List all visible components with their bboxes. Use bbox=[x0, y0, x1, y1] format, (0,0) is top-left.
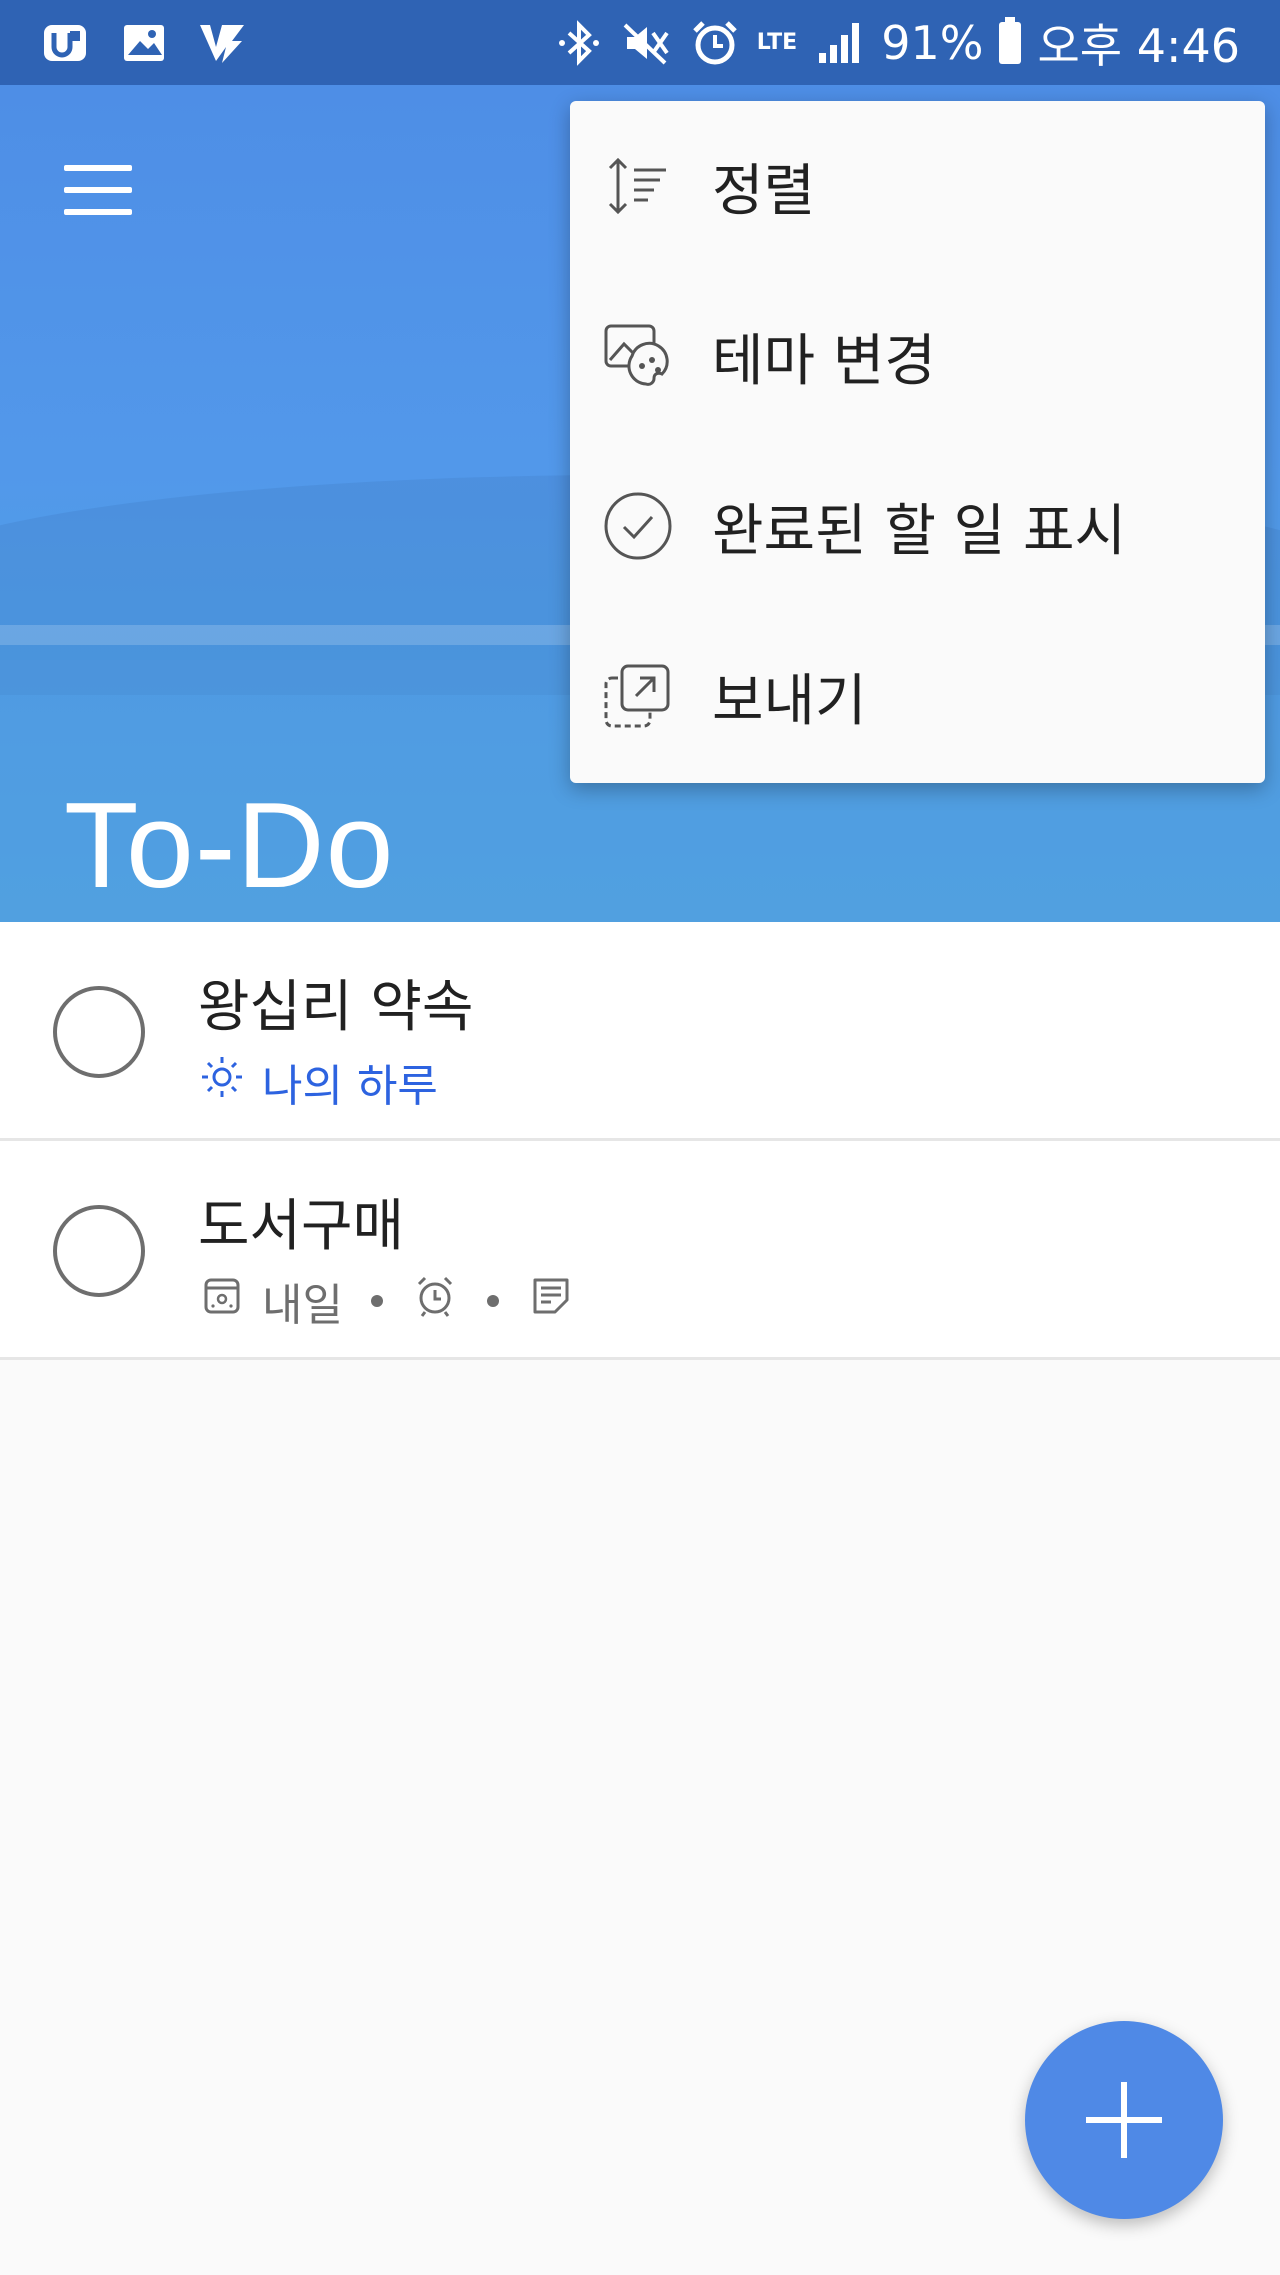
mute-icon bbox=[621, 17, 673, 69]
task-row[interactable]: 왕십리 약속 나의 하루 bbox=[0, 922, 1280, 1141]
hamburger-menu-icon[interactable] bbox=[64, 165, 134, 219]
my-day-label: 나의 하루 bbox=[262, 1061, 438, 1112]
clock: 오후 4:46 bbox=[1037, 18, 1240, 73]
app-notification-icon bbox=[40, 17, 92, 69]
menu-item-sort[interactable]: 정렬 bbox=[570, 101, 1265, 271]
image-notification-icon bbox=[118, 17, 170, 69]
task-meta: 나의 하루 bbox=[198, 1050, 438, 1114]
list-title: To-Do bbox=[64, 777, 395, 913]
reminder-alarm-icon bbox=[411, 1272, 459, 1331]
bluetooth-icon bbox=[553, 17, 605, 69]
menu-item-label: 완료된 할 일 표시 bbox=[712, 498, 1127, 564]
task-meta: 내일 bbox=[198, 1269, 575, 1333]
separator-dot bbox=[486, 1295, 499, 1307]
menu-item-label: 보내기 bbox=[712, 668, 867, 734]
check-circle-icon bbox=[602, 490, 674, 562]
alarm-icon bbox=[689, 17, 741, 69]
sun-icon bbox=[198, 1053, 246, 1112]
theme-icon bbox=[602, 320, 674, 392]
menu-item-show-completed[interactable]: 완료된 할 일 표시 bbox=[570, 441, 1265, 611]
menu-item-change-theme[interactable]: 테마 변경 bbox=[570, 271, 1265, 441]
status-bar: LTE 91% 오후 4:46 bbox=[0, 0, 1280, 85]
task-title: 도서구매 bbox=[198, 1194, 405, 1259]
complete-checkbox[interactable] bbox=[53, 986, 145, 1078]
task-list: 왕십리 약속 나의 하루 도서구매 내일 bbox=[0, 922, 1280, 1360]
task-title: 왕십리 약속 bbox=[198, 975, 474, 1040]
signal-icon bbox=[813, 17, 865, 69]
calendar-icon bbox=[198, 1272, 246, 1331]
battery-percent: 91% bbox=[881, 15, 984, 70]
separator-dot bbox=[370, 1295, 383, 1307]
task-row[interactable]: 도서구매 내일 bbox=[0, 1141, 1280, 1360]
sort-icon bbox=[602, 150, 674, 222]
menu-item-send[interactable]: 보내기 bbox=[570, 611, 1265, 781]
plus-icon bbox=[1086, 2082, 1162, 2158]
v3-notification-icon bbox=[196, 17, 248, 69]
overflow-menu: 정렬 테마 변경 완료된 할 일 표시 보내기 bbox=[570, 101, 1265, 783]
menu-item-label: 정렬 bbox=[712, 158, 816, 224]
battery-icon bbox=[999, 16, 1022, 64]
menu-item-label: 테마 변경 bbox=[712, 328, 936, 394]
network-type: LTE bbox=[756, 29, 798, 55]
share-icon bbox=[602, 660, 674, 732]
add-task-button[interactable] bbox=[1025, 2021, 1223, 2219]
complete-checkbox[interactable] bbox=[53, 1205, 145, 1297]
note-icon bbox=[527, 1272, 575, 1331]
due-date-label: 내일 bbox=[262, 1280, 343, 1331]
